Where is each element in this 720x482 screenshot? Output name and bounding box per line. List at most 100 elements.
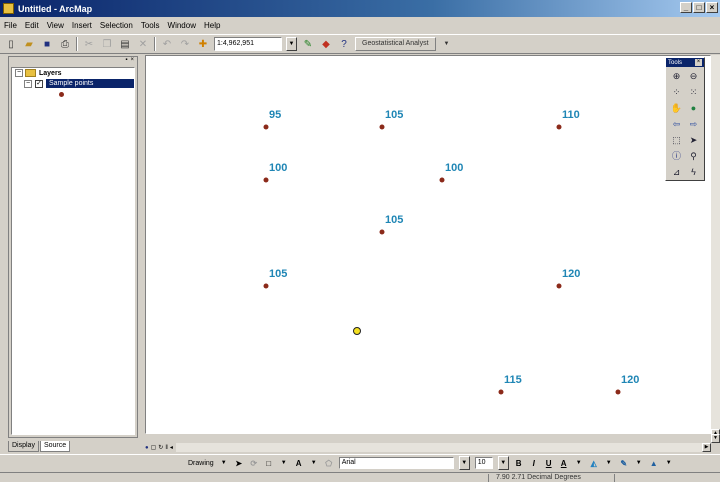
map-scale-input[interactable]: 1:4,962,951 (214, 37, 282, 51)
chevron-down-icon[interactable]: ▼ (219, 460, 229, 466)
editor-toolbar-icon[interactable]: ✎ (301, 37, 315, 51)
geostatistical-analyst-menu[interactable]: Geostatistical Analyst (355, 37, 436, 51)
layer-visibility-checkbox[interactable]: ✓ (35, 79, 43, 88)
sample-point[interactable] (498, 389, 504, 395)
chevron-down-icon[interactable]: ▼ (634, 460, 644, 466)
italic-button[interactable]: I (529, 459, 539, 468)
select-features-icon[interactable]: ⬚ (669, 134, 684, 147)
text-icon[interactable]: A (294, 459, 304, 468)
select-elements-arrow-icon[interactable]: ➤ (686, 134, 701, 147)
font-dropdown-arrow[interactable]: ▼ (458, 456, 470, 470)
sample-point[interactable] (556, 283, 562, 289)
add-data-icon[interactable]: ✚ (196, 37, 210, 51)
hyperlink-icon[interactable]: ϟ (686, 166, 701, 179)
collapse-icon[interactable]: − (15, 69, 23, 77)
toc-close-icon[interactable]: × (130, 57, 134, 66)
toc-layers-row[interactable]: − Layers (15, 69, 62, 77)
map-display[interactable]: 95 105 110 100 100 105 105 120 115 120 (145, 55, 711, 434)
layer-name[interactable]: Sample points (46, 79, 134, 88)
size-dropdown-arrow[interactable]: ▼ (497, 456, 509, 470)
cut-icon[interactable]: ✂ (82, 37, 96, 51)
bold-button[interactable]: B (514, 459, 524, 468)
new-document-icon[interactable]: ▯ (4, 37, 18, 51)
save-icon[interactable]: ■ (40, 37, 54, 51)
whats-this-icon[interactable]: ? (337, 37, 351, 51)
arctoolbox-icon[interactable]: ◆ (319, 37, 333, 51)
drawing-menu[interactable]: Drawing (188, 460, 214, 467)
map-horizontal-scrollbar[interactable]: ● ▢ ↻ ‖ ◂ ▶ (145, 443, 711, 452)
fixed-zoom-out-icon[interactable]: ⁙ (686, 86, 701, 99)
measure-icon[interactable]: ⊿ (669, 166, 684, 179)
undo-icon[interactable]: ↶ (160, 37, 174, 51)
tools-titlebar[interactable]: Tools × (666, 58, 704, 67)
identify-icon[interactable]: ⓘ (669, 150, 684, 163)
tab-display[interactable]: Display (8, 441, 39, 452)
menu-edit[interactable]: Edit (25, 21, 39, 30)
menu-view[interactable]: View (47, 21, 64, 30)
select-elements-icon[interactable]: ➤ (234, 459, 244, 468)
chevron-down-icon[interactable]: ▼ (279, 460, 289, 466)
menu-insert[interactable]: Insert (72, 21, 92, 30)
paste-icon[interactable]: ▤ (118, 37, 132, 51)
pan-hand-icon[interactable]: ✋ (669, 102, 684, 115)
font-color-icon[interactable]: A (559, 459, 569, 468)
edit-vertices-icon[interactable]: ⬠ (324, 459, 334, 468)
scale-dropdown-arrow[interactable]: ▼ (286, 37, 297, 51)
chevron-down-icon[interactable]: ▼ (309, 460, 319, 466)
toc-layer-sample-points[interactable]: − ✓ Sample points (24, 79, 134, 88)
forward-extent-icon[interactable]: ⇨ (686, 118, 701, 131)
prediction-location-marker[interactable] (353, 327, 361, 335)
redo-icon[interactable]: ↷ (178, 37, 192, 51)
full-extent-globe-icon[interactable]: ● (686, 102, 701, 115)
scroll-right-arrow[interactable]: ▶ (702, 443, 711, 452)
open-folder-icon[interactable]: ▰ (22, 37, 36, 51)
tab-source[interactable]: Source (39, 441, 71, 452)
layout-view-icon[interactable]: ▢ (151, 444, 157, 451)
back-extent-icon[interactable]: ⇦ (669, 118, 684, 131)
menu-help[interactable]: Help (204, 21, 220, 30)
fixed-zoom-in-icon[interactable]: ⁘ (669, 86, 684, 99)
data-view-icon[interactable]: ● (145, 445, 149, 451)
marker-color-icon[interactable]: ▲ (649, 459, 659, 468)
chevron-down-icon[interactable]: ▼ (604, 460, 614, 466)
font-size-select[interactable]: 10 (474, 457, 493, 469)
scroll-left-arrow[interactable]: ◂ (170, 444, 173, 451)
fill-color-icon[interactable]: ◭ (589, 459, 599, 468)
close-button[interactable]: × (706, 2, 718, 13)
underline-button[interactable]: U (544, 459, 554, 468)
rotate-icon[interactable]: ⟳ (249, 459, 259, 468)
sample-point[interactable] (439, 177, 445, 183)
pause-drawing-icon[interactable]: ‖ (165, 445, 167, 451)
chevron-down-icon[interactable]: ▼ (574, 460, 584, 466)
font-name-select[interactable]: Arial (338, 457, 454, 469)
print-icon[interactable]: ⎙ (58, 37, 72, 51)
sample-point[interactable] (379, 124, 385, 130)
menu-selection[interactable]: Selection (100, 21, 133, 30)
map-vertical-scrollbar[interactable]: ▲ ▼ (711, 55, 720, 443)
find-binoculars-icon[interactable]: ⚲ (686, 150, 701, 163)
collapse-icon[interactable]: − (24, 79, 32, 88)
sample-point[interactable] (263, 124, 269, 130)
sample-point[interactable] (615, 389, 621, 395)
chevron-down-icon[interactable]: ▼ (664, 460, 674, 466)
zoom-in-icon[interactable]: ⊕ (669, 70, 684, 83)
maximize-button[interactable]: □ (693, 2, 705, 13)
scroll-down-arrow[interactable]: ▼ (711, 434, 720, 443)
delete-icon[interactable]: ✕ (136, 37, 150, 51)
rectangle-icon[interactable]: □ (264, 459, 274, 468)
sample-point[interactable] (379, 229, 385, 235)
menu-window[interactable]: Window (168, 21, 196, 30)
sample-point[interactable] (263, 283, 269, 289)
zoom-out-icon[interactable]: ⊖ (686, 70, 701, 83)
chevron-down-icon[interactable]: ▼ (440, 37, 454, 51)
refresh-icon[interactable]: ↻ (158, 444, 163, 451)
sample-point[interactable] (556, 124, 562, 130)
menu-tools[interactable]: Tools (141, 21, 160, 30)
sample-point[interactable] (263, 177, 269, 183)
copy-icon[interactable]: ❐ (100, 37, 114, 51)
close-icon[interactable]: × (695, 59, 702, 66)
menu-file[interactable]: File (4, 21, 17, 30)
line-color-icon[interactable]: ✎ (619, 459, 629, 468)
toc-pin-icon[interactable]: ▪ (125, 57, 127, 66)
minimize-button[interactable]: _ (680, 2, 692, 13)
